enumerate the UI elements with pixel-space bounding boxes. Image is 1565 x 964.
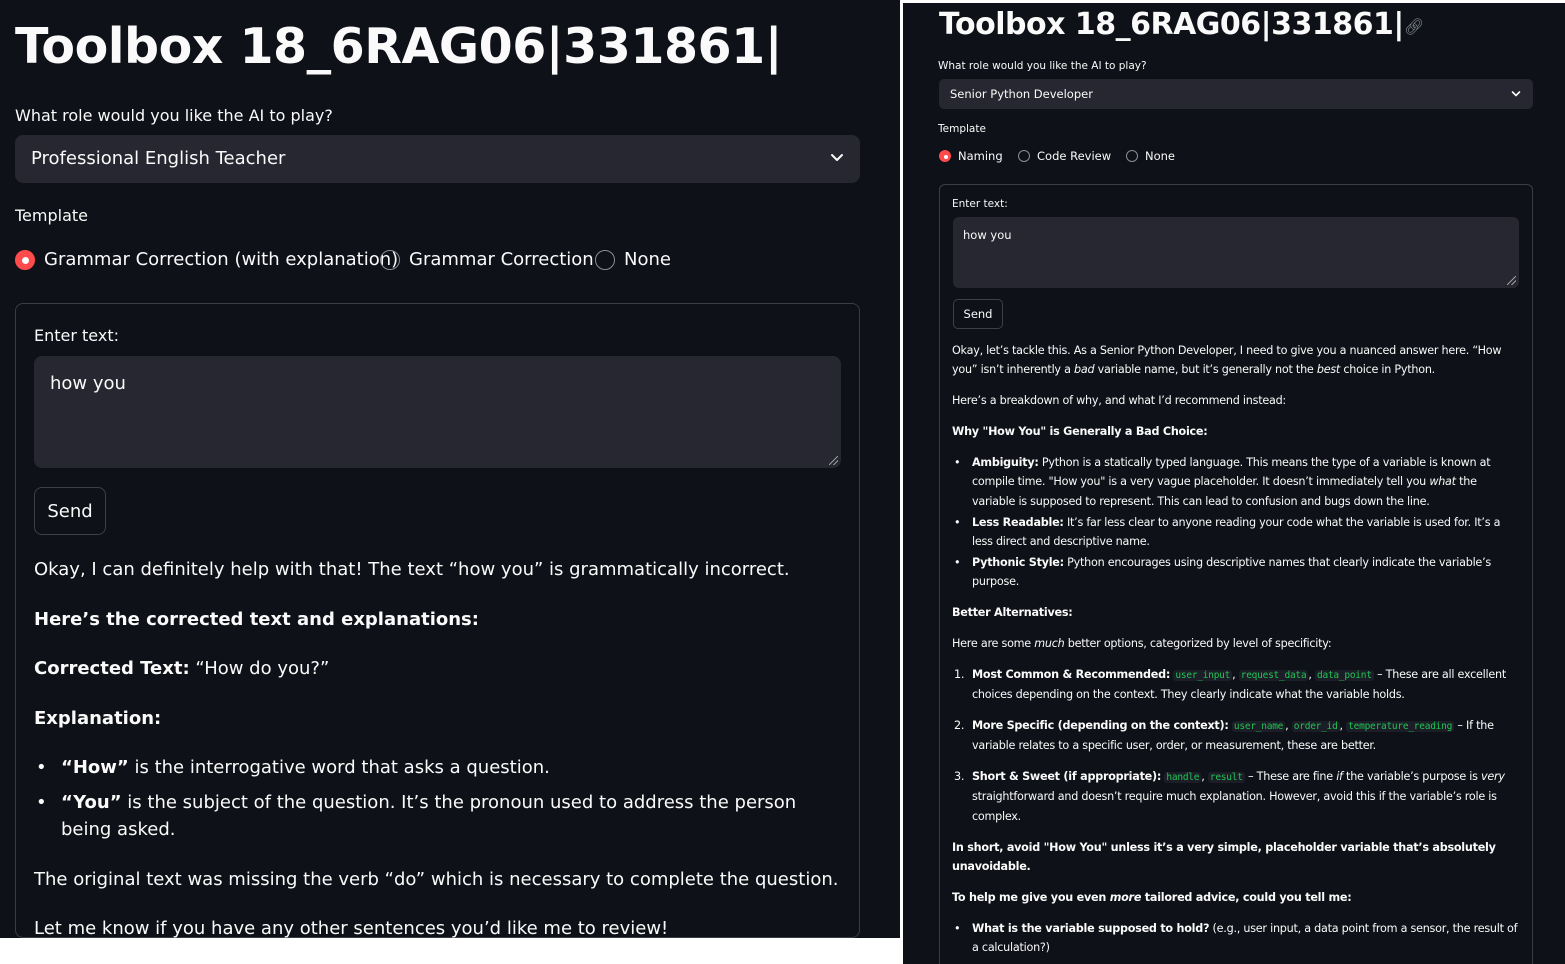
text-input[interactable]: how you xyxy=(34,356,841,468)
list-item: Ambiguity: Python is a statically typed … xyxy=(954,453,1522,511)
radio-label: None xyxy=(624,249,671,270)
text-input[interactable]: how you xyxy=(953,217,1519,288)
list-item: “You” is the subject of the question. It… xyxy=(36,789,840,843)
resize-handle-icon[interactable] xyxy=(829,456,838,465)
better-intro: Here are some much better options, categ… xyxy=(952,636,1332,650)
template-option-code-review[interactable]: Code Review xyxy=(1018,149,1111,163)
role-select-value: Professional English Teacher xyxy=(31,148,286,169)
radio-unselected-icon xyxy=(380,249,400,270)
radio-unselected-icon xyxy=(595,249,615,270)
why-heading: Why "How You" is Generally a Bad Choice: xyxy=(952,425,1208,439)
page-title: Toolbox 18_6RAG06|331861| xyxy=(939,7,1404,42)
template-option-naming[interactable]: Naming xyxy=(939,149,1003,163)
role-label: What role would you like the AI to play? xyxy=(938,60,1147,72)
role-label: What role would you like the AI to play? xyxy=(15,106,333,125)
text-input-value: how you xyxy=(963,228,1012,242)
template-option-none[interactable]: None xyxy=(595,249,671,270)
enter-text-label: Enter text: xyxy=(952,198,1008,210)
list-item-text: is the interrogative word that asks a qu… xyxy=(134,757,550,778)
role-select[interactable]: Senior Python Developer xyxy=(939,79,1533,109)
chevron-down-icon xyxy=(831,154,843,161)
radio-selected-icon xyxy=(939,150,951,162)
radio-label: Naming xyxy=(958,149,1003,163)
response-intro: Okay, I can definitely help with that! T… xyxy=(34,559,790,580)
template-option-grammar-explanation[interactable]: Grammar Correction (with explanation) xyxy=(15,249,398,270)
corrected-value: “How do you?” xyxy=(195,658,330,679)
enter-text-label: Enter text: xyxy=(34,326,119,345)
better-heading: Better Alternatives: xyxy=(952,605,1073,619)
response-missing: The original text was missing the verb “… xyxy=(34,868,839,890)
list-item: Less Readable: It’s far less clear to an… xyxy=(954,513,1522,551)
text-input-value: how you xyxy=(50,373,126,394)
radio-label: None xyxy=(1145,149,1176,163)
help-line: To help me give you even more tailored a… xyxy=(952,890,1352,904)
response-intro: Okay, let’s tackle this. As a Senior Pyt… xyxy=(952,344,1502,377)
response-breakdown: Here’s a breakdown of why, and what I’d … xyxy=(952,394,1286,408)
alternatives-list: 1. Most Common & Recommended: user_input,… xyxy=(954,665,1522,826)
list-item: “How” is the interrogative word that ask… xyxy=(36,754,840,781)
list-item-term: “How” xyxy=(61,757,129,778)
list-item-term: “You” xyxy=(61,792,122,813)
list-item: 3. Short & Sweet (if appropriate): handle… xyxy=(954,770,1505,823)
radio-unselected-icon xyxy=(1018,150,1030,162)
question-list: What is the variable supposed to hold? (… xyxy=(954,919,1522,957)
template-label: Template xyxy=(938,123,986,135)
radio-selected-icon xyxy=(15,249,35,270)
role-select-value: Senior Python Developer xyxy=(950,87,1093,101)
response-closing: Let me know if you have any other senten… xyxy=(34,918,669,938)
explanation-list: “How” is the interrogative word that ask… xyxy=(36,754,840,843)
link-icon[interactable]: 🔗︎ xyxy=(1404,17,1424,36)
why-list: Ambiguity: Python is a statically typed … xyxy=(954,453,1522,591)
resize-handle-icon[interactable] xyxy=(1507,276,1516,285)
radio-label: Grammar Correction (with explanation) xyxy=(44,249,399,270)
send-button[interactable]: Send xyxy=(953,299,1003,329)
in-short: In short, avoid "How You" unless it’s a … xyxy=(952,840,1496,873)
template-label: Template xyxy=(15,206,89,225)
corrected-label: Corrected Text: xyxy=(34,658,190,679)
page-title: Toolbox 18_6RAG06|331861| xyxy=(15,18,783,75)
ai-response: Okay, let’s tackle this. As a Senior Pyt… xyxy=(952,341,1522,964)
radio-unselected-icon xyxy=(1126,150,1138,162)
role-select[interactable]: Professional English Teacher xyxy=(15,135,860,183)
chevron-down-icon xyxy=(1511,91,1521,97)
explanation-label: Explanation: xyxy=(34,707,162,729)
template-option-grammar[interactable]: Grammar Correction xyxy=(380,249,594,270)
list-item: Pythonic Style: Python encourages using … xyxy=(954,553,1522,591)
radio-label: Grammar Correction xyxy=(409,249,594,270)
list-item: 2. More Specific (depending on the contex… xyxy=(954,719,1494,753)
list-item-text: is the subject of the question. It’s the… xyxy=(61,792,797,840)
left-app-panel: Toolbox 18_6RAG06|331861| What role woul… xyxy=(0,0,900,938)
corrected-text-line: Corrected Text: “How do you?” xyxy=(34,655,840,682)
list-item: 1. Most Common & Recommended: user_input,… xyxy=(954,667,1506,701)
response-heading: Here’s the corrected text and explanatio… xyxy=(34,608,479,630)
send-button[interactable]: Send xyxy=(34,487,106,535)
list-item: What is the variable supposed to hold? (… xyxy=(954,919,1522,957)
radio-label: Code Review xyxy=(1037,149,1112,163)
right-app-panel: Toolbox 18_6RAG06|331861| 🔗︎ What role w… xyxy=(903,3,1565,964)
ai-response: Okay, I can definitely help with that! T… xyxy=(34,556,840,938)
template-option-none[interactable]: None xyxy=(1126,149,1175,163)
